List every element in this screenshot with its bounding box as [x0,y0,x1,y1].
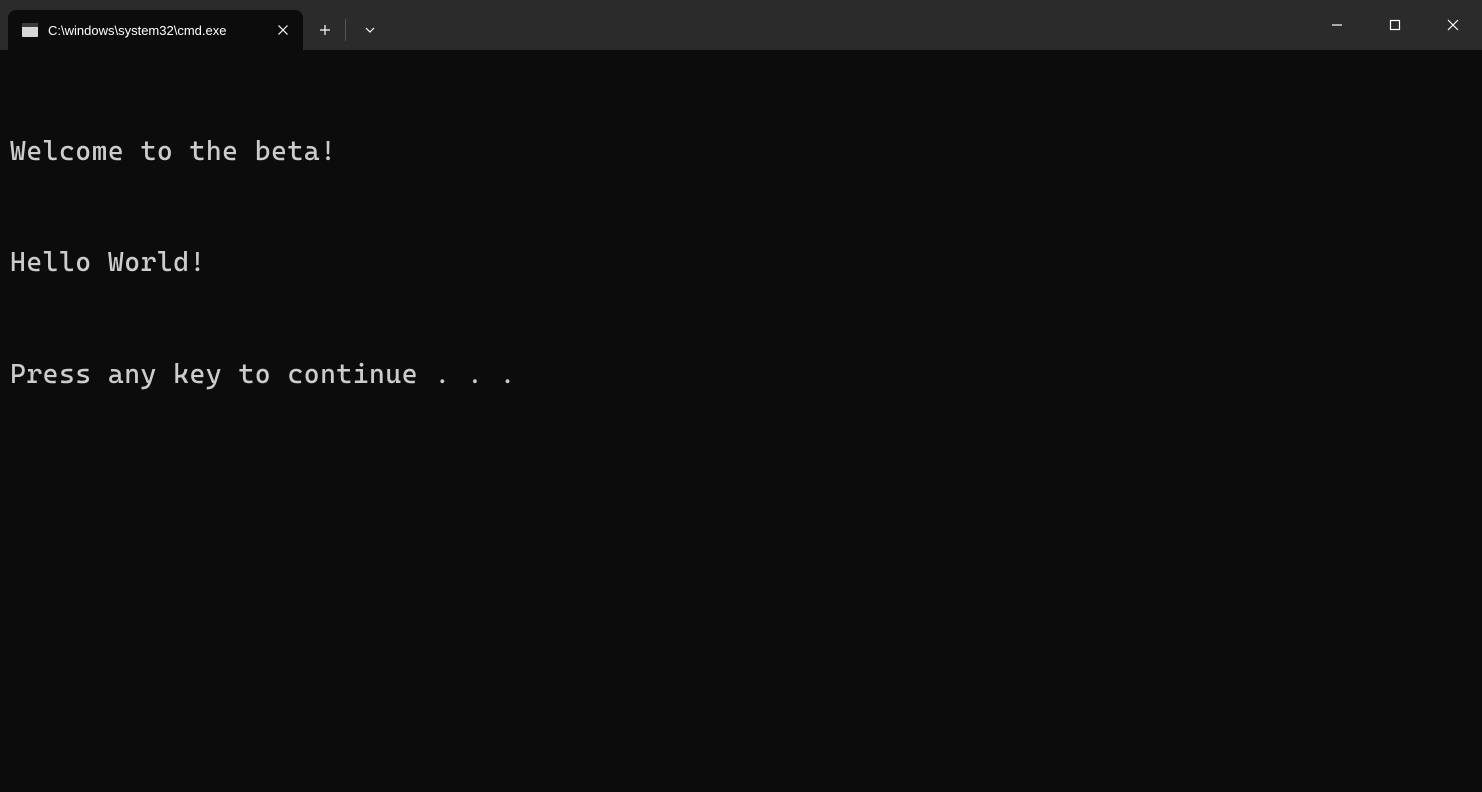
maximize-button[interactable] [1366,0,1424,50]
close-icon [1447,19,1459,31]
terminal-line: Welcome to the beta! [10,133,1472,170]
titlebar-drag-region[interactable] [388,0,1308,50]
minimize-button[interactable] [1308,0,1366,50]
tab-close-button[interactable] [273,20,293,40]
terminal-line: Hello World! [10,244,1472,281]
titlebar: C:\windows\system32\cmd.exe [0,0,1482,50]
tab-title: C:\windows\system32\cmd.exe [48,23,263,38]
tab-dropdown-button[interactable] [352,12,388,48]
terminal-output[interactable]: Welcome to the beta! Hello World! Press … [0,50,1482,792]
window-controls [1308,0,1482,50]
close-icon [278,25,288,35]
tab-actions-2 [348,10,388,50]
tab-divider [345,19,346,41]
chevron-down-icon [364,24,376,36]
close-window-button[interactable] [1424,0,1482,50]
maximize-icon [1389,19,1401,31]
minimize-icon [1331,19,1343,31]
cmd-icon [22,23,38,37]
terminal-line: Press any key to continue . . . [10,356,1472,393]
new-tab-button[interactable] [307,12,343,48]
tab-cmd[interactable]: C:\windows\system32\cmd.exe [8,10,303,50]
plus-icon [319,24,331,36]
tab-actions [303,10,343,50]
